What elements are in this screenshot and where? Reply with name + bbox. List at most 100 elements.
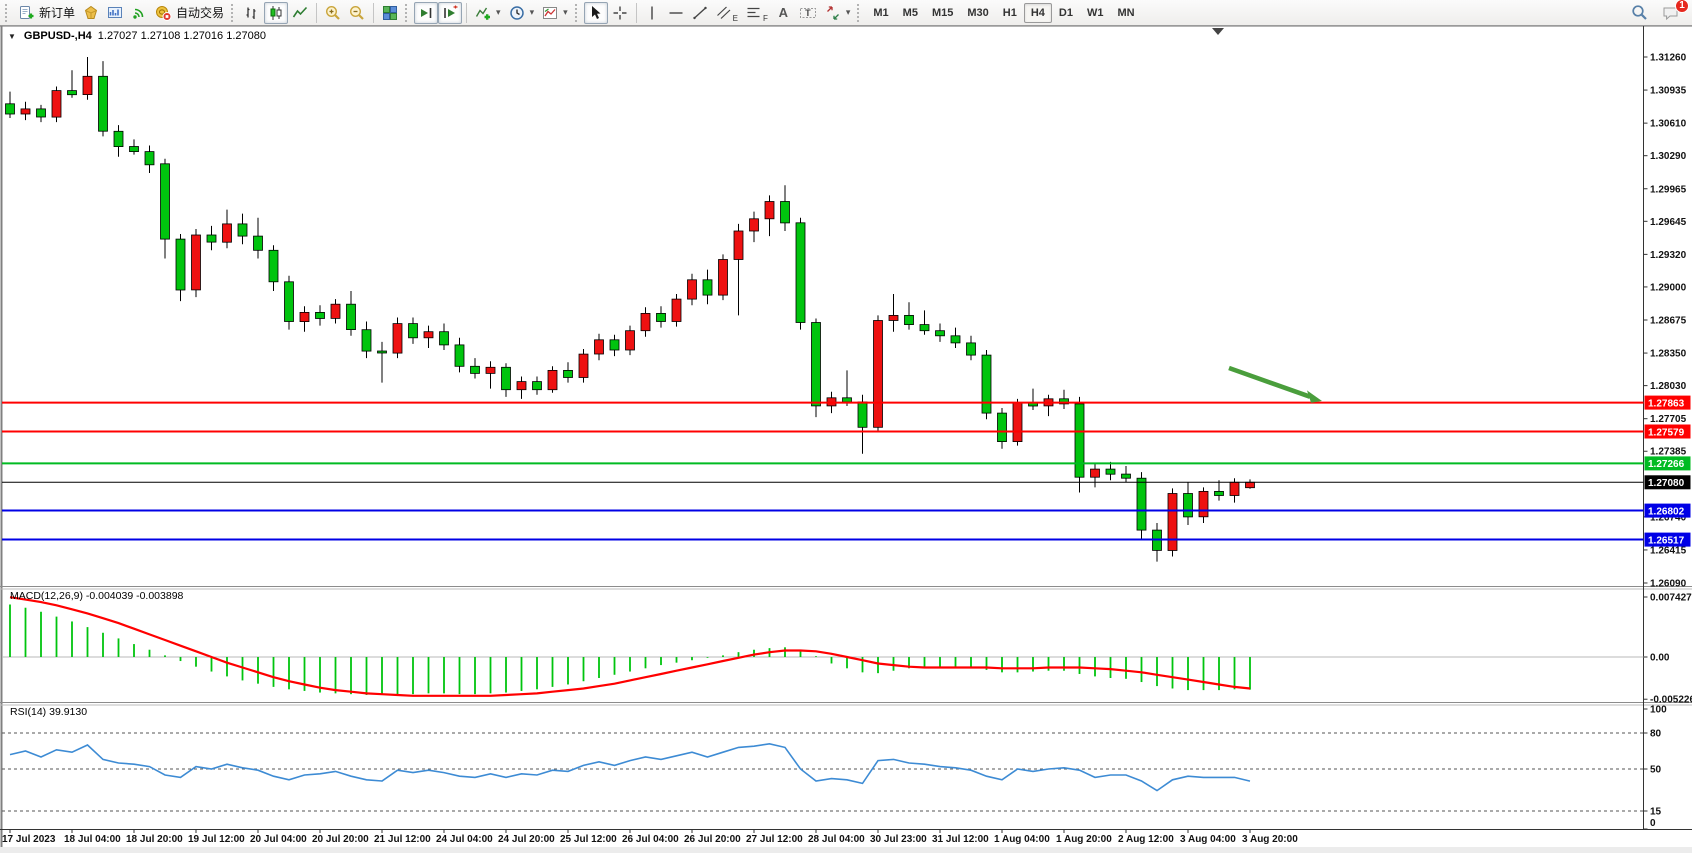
svg-text:1.27266: 1.27266: [1648, 459, 1685, 470]
toolbar-grip: [575, 4, 580, 22]
svg-text:1.29000: 1.29000: [1650, 282, 1687, 293]
svg-text:1.30610: 1.30610: [1650, 119, 1687, 130]
horizontal-line-tool-button[interactable]: [664, 2, 688, 24]
auto-scroll-button[interactable]: [414, 2, 438, 24]
new-order-icon: [18, 5, 35, 21]
chart-canvas[interactable]: 1.312601.309351.306101.302901.299651.296…: [0, 0, 1692, 853]
trendline-tool-button[interactable]: [688, 2, 712, 24]
equidistant-channel-icon: [716, 5, 732, 21]
main-toolbar: 新订单 自动交易: [0, 0, 1692, 26]
new-chart-button[interactable]: [103, 2, 127, 24]
crosshair-tool-button[interactable]: [608, 2, 632, 24]
periods-dropdown-button[interactable]: [505, 2, 539, 24]
svg-text:25 Jul 12:00: 25 Jul 12:00: [560, 834, 617, 845]
timeframe-w1-button[interactable]: W1: [1080, 3, 1111, 23]
green-arrow-annotation[interactable]: [1229, 368, 1322, 403]
svg-text:28 Jul 04:00: 28 Jul 04:00: [808, 834, 865, 845]
chart-window-icon: [107, 5, 123, 21]
chart-symbol-period: GBPUSD-,H4: [24, 30, 92, 42]
svg-text:27 Jul 12:00: 27 Jul 12:00: [746, 834, 803, 845]
fibonacci-icon: [746, 5, 762, 21]
toolbar-grip: [231, 4, 236, 22]
signal-icon: [131, 5, 147, 21]
clock-icon: [509, 5, 525, 21]
svg-text:1.29645: 1.29645: [1650, 217, 1687, 228]
svg-text:1.27385: 1.27385: [1650, 447, 1687, 458]
cursor-tool-button[interactable]: [584, 2, 608, 24]
svg-text:1.27579: 1.27579: [1648, 427, 1685, 438]
macd-indicator-label: MACD(12,26,9) -0.004039 -0.003898: [10, 590, 183, 602]
svg-text:30 Jul 23:00: 30 Jul 23:00: [870, 834, 927, 845]
indicators-dropdown-button[interactable]: [471, 2, 505, 24]
svg-text:24 Jul 04:00: 24 Jul 04:00: [436, 834, 493, 845]
autotrading-button[interactable]: 自动交易: [151, 2, 228, 24]
text-label-tool-button[interactable]: T: [795, 2, 821, 24]
horizontal-line-icon: [668, 5, 684, 21]
search-button[interactable]: [1627, 2, 1652, 24]
text-tool-icon: A: [779, 5, 788, 20]
tile-windows-button[interactable]: [378, 2, 402, 24]
notification-badge: 1: [1675, 0, 1689, 13]
arrows-shapes-icon: [825, 5, 841, 21]
signals-button[interactable]: [127, 2, 151, 24]
chart-shift-icon: [442, 5, 458, 21]
toolbar-separator: [636, 3, 637, 23]
arrows-tool-dropdown-button[interactable]: [821, 2, 855, 24]
zoom-out-button[interactable]: [345, 2, 369, 24]
timeframe-m15-button[interactable]: M15: [925, 3, 960, 23]
one-click-collapse-icon[interactable]: [8, 30, 18, 42]
timeframe-mn-button[interactable]: MN: [1110, 3, 1141, 23]
svg-text:1.27080: 1.27080: [1648, 478, 1685, 489]
timeframe-d1-button[interactable]: D1: [1052, 3, 1080, 23]
line-chart-mode-button[interactable]: [288, 2, 312, 24]
svg-text:1.31260: 1.31260: [1650, 53, 1687, 64]
svg-text:1 Aug 04:00: 1 Aug 04:00: [994, 834, 1050, 845]
svg-text:80: 80: [1650, 729, 1662, 740]
toolbar-grip: [5, 4, 10, 22]
timeframe-m5-button[interactable]: M5: [896, 3, 925, 23]
svg-text:31 Jul 12:00: 31 Jul 12:00: [932, 834, 989, 845]
macd-values: -0.004039 -0.003898: [86, 590, 184, 602]
zoom-in-icon: [325, 5, 341, 21]
timeframe-h4-button[interactable]: H4: [1024, 3, 1052, 23]
candlestick-mode-button[interactable]: [264, 2, 288, 24]
new-order-label: 新订单: [39, 4, 75, 21]
svg-text:17 Jul 2023: 17 Jul 2023: [2, 834, 56, 845]
autotrading-icon: [155, 5, 172, 21]
chart-title: GBPUSD-,H4 1.27027 1.27108 1.27016 1.270…: [8, 30, 266, 42]
timeframe-m1-button[interactable]: M1: [866, 3, 895, 23]
horizontal-level-lines[interactable]: [2, 403, 1644, 540]
svg-text:26 Jul 20:00: 26 Jul 20:00: [684, 834, 741, 845]
timeframe-h1-button[interactable]: H1: [996, 3, 1024, 23]
new-order-button[interactable]: 新订单: [14, 2, 79, 24]
line-chart-icon: [292, 5, 308, 21]
svg-text:1.27705: 1.27705: [1650, 414, 1687, 425]
svg-text:1.28030: 1.28030: [1650, 381, 1687, 392]
ohlc-bars-icon: [244, 5, 260, 21]
chart-shift-marker[interactable]: [1212, 28, 1224, 35]
fibo-letter: F: [763, 14, 768, 23]
svg-text:20 Jul 04:00: 20 Jul 04:00: [250, 834, 307, 845]
rsi-value: 39.9130: [49, 706, 87, 718]
label-letter: T: [805, 8, 811, 18]
fibonacci-tool-button[interactable]: F: [742, 2, 772, 24]
zoom-in-button[interactable]: [321, 2, 345, 24]
rsi-title: RSI(14): [10, 706, 46, 718]
indicators-icon: [475, 5, 491, 21]
svg-text:19 Jul 12:00: 19 Jul 12:00: [188, 834, 245, 845]
vertical-line-tool-button[interactable]: [641, 2, 664, 24]
profile-button[interactable]: [79, 2, 103, 24]
svg-text:1.28350: 1.28350: [1650, 349, 1687, 360]
chart-shift-button[interactable]: [438, 2, 462, 24]
bar-chart-mode-button[interactable]: [240, 2, 264, 24]
channel-tool-button[interactable]: E: [712, 2, 742, 24]
templates-dropdown-button[interactable]: [538, 2, 572, 24]
svg-text:1.26415: 1.26415: [1650, 545, 1687, 556]
text-tool-button[interactable]: A: [772, 2, 795, 24]
timeframe-m30-button[interactable]: M30: [960, 3, 995, 23]
toolbar-grip: [857, 4, 862, 22]
crosshair-icon: [612, 5, 628, 21]
rsi-panel: 1008050150: [2, 705, 1667, 830]
trendline-icon: [692, 5, 708, 21]
notifications-button[interactable]: 1: [1658, 2, 1684, 24]
